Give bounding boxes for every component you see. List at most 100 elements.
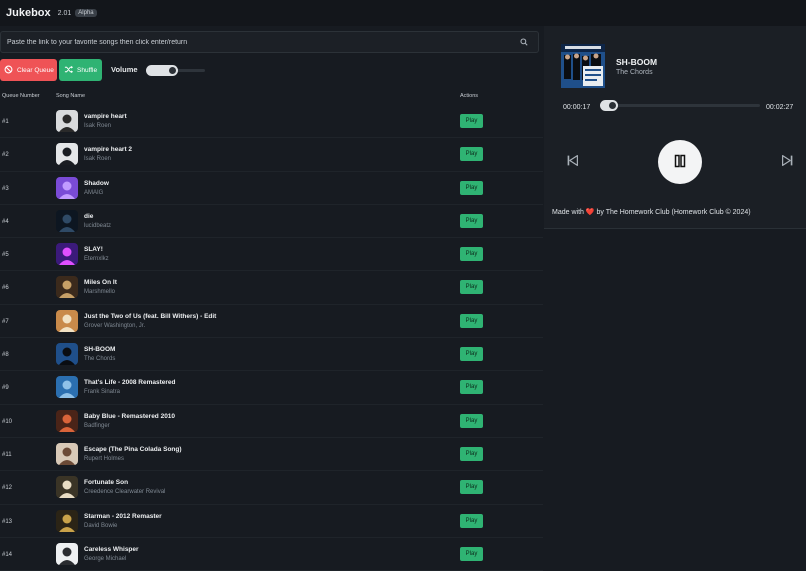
heart-icon: ❤️ bbox=[585, 209, 595, 216]
play-button[interactable]: Play bbox=[460, 213, 483, 228]
clear-queue-button[interactable]: Clear Queue bbox=[0, 59, 57, 81]
play-button[interactable]: Play bbox=[460, 513, 483, 528]
credit-text: by The Homework Club (Homework Club © 20… bbox=[596, 209, 751, 216]
header-queue-number: Queue Number bbox=[2, 93, 40, 99]
play-button[interactable]: Play bbox=[460, 480, 483, 495]
song-artist: David Bowie bbox=[84, 522, 118, 529]
top-bar: Jukebox 2.01 Alpha bbox=[0, 0, 806, 26]
album-art bbox=[56, 243, 78, 266]
song-artist: Grover Washington, Jr. bbox=[84, 322, 146, 329]
credit-prefix: Made with bbox=[552, 209, 584, 216]
song-artist: Eternxlkz bbox=[84, 256, 109, 263]
header-song-name: Song Name bbox=[56, 93, 86, 99]
album-art bbox=[56, 509, 78, 532]
queue-row: #6 Miles On It Marshmello Play bbox=[0, 271, 543, 305]
play-button[interactable]: Play bbox=[460, 347, 483, 362]
song-title: SLAY! bbox=[84, 246, 103, 254]
play-button[interactable]: Play bbox=[460, 413, 483, 428]
volume-knob[interactable] bbox=[168, 66, 177, 75]
queue-controls: Clear Queue Shuffle Volume bbox=[0, 59, 543, 81]
search-icon[interactable] bbox=[516, 34, 532, 50]
queue-number: #1 bbox=[2, 119, 9, 125]
play-button[interactable]: Play bbox=[460, 546, 483, 561]
queue-row: #4 die lucidbeatz Play bbox=[0, 205, 543, 239]
queue-number: #13 bbox=[2, 518, 13, 525]
album-art bbox=[56, 209, 78, 232]
alpha-badge: Alpha bbox=[75, 9, 97, 17]
previous-track-button[interactable] bbox=[565, 154, 579, 168]
progress-knob[interactable] bbox=[608, 101, 617, 110]
album-art bbox=[56, 110, 78, 132]
album-art bbox=[56, 143, 78, 166]
skip-forward-icon bbox=[781, 155, 794, 170]
queue-row: #14 Careless Whisper George Michael Play bbox=[0, 538, 543, 571]
shuffle-icon bbox=[64, 65, 74, 76]
shuffle-button[interactable]: Shuffle bbox=[59, 59, 102, 81]
song-artist: The Chords bbox=[84, 356, 116, 363]
playback-progress-slider[interactable] bbox=[600, 100, 760, 111]
song-title: Shadow bbox=[84, 179, 109, 187]
now-playing-album-art bbox=[561, 44, 605, 88]
shuffle-label: Shuffle bbox=[77, 66, 98, 74]
album-art bbox=[56, 309, 78, 332]
play-button[interactable]: Play bbox=[460, 446, 483, 461]
song-title: Escape (The Pina Colada Song) bbox=[84, 445, 182, 453]
play-button[interactable]: Play bbox=[460, 114, 483, 128]
search-bar bbox=[0, 31, 539, 53]
queue-row: #12 Fortunate Son Creedence Clearwater Rev… bbox=[0, 471, 543, 505]
queue-row: #1 vampire heart Isak Roen Play bbox=[0, 105, 543, 139]
queue-row: #8 SH-BOOM The Chords Play bbox=[0, 338, 543, 372]
queue-number: #7 bbox=[2, 318, 9, 325]
song-title: vampire heart 2 bbox=[84, 146, 133, 154]
queue-table-header: Queue Number Song Name Actions bbox=[0, 91, 543, 103]
queue-number: #9 bbox=[2, 385, 9, 392]
volume-slider[interactable] bbox=[146, 65, 205, 76]
queue-number: #5 bbox=[2, 252, 9, 259]
next-track-button[interactable] bbox=[780, 154, 794, 168]
queue-row: #7 Just the Two of Us (feat. Bill Withers… bbox=[0, 305, 543, 339]
ban-icon bbox=[4, 65, 13, 76]
album-art bbox=[56, 376, 78, 399]
song-title: Baby Blue - Remastered 2010 bbox=[84, 412, 176, 420]
clear-queue-label: Clear Queue bbox=[17, 66, 54, 74]
play-button[interactable]: Play bbox=[460, 147, 483, 162]
progress-rail bbox=[600, 104, 760, 107]
queue-number: #2 bbox=[2, 152, 9, 159]
app-title: Jukebox bbox=[6, 7, 51, 19]
made-with-credit: Made with ❤️ by The Homework Club (Homew… bbox=[552, 208, 751, 216]
play-button[interactable]: Play bbox=[460, 180, 483, 195]
total-time: 00:02:27 bbox=[766, 104, 794, 111]
play-button[interactable]: Play bbox=[460, 247, 483, 262]
play-button[interactable]: Play bbox=[460, 280, 483, 295]
queue-number: #10 bbox=[2, 418, 13, 425]
queue-row: #10 Baby Blue - Remastered 2010 Badfinger P… bbox=[0, 405, 543, 438]
header-actions: Actions bbox=[460, 93, 479, 99]
album-art bbox=[56, 542, 78, 565]
song-artist: Badfinger bbox=[84, 422, 110, 429]
album-art bbox=[56, 476, 78, 499]
song-title: Miles On It bbox=[84, 279, 117, 287]
player-panel: SH-BOOM The Chords 00:00:17 00:02:27 Mad… bbox=[544, 26, 806, 571]
queue-number: #11 bbox=[2, 451, 12, 458]
now-playing-title: SH-BOOM bbox=[616, 57, 658, 67]
song-title: die bbox=[84, 212, 94, 220]
queue-row: #9 That's Life - 2008 Remastered Frank Sin… bbox=[0, 371, 543, 405]
song-link-input[interactable] bbox=[7, 38, 516, 46]
song-title: That's Life - 2008 Remastered bbox=[84, 379, 176, 387]
skip-back-icon bbox=[566, 155, 579, 170]
queue-number: #8 bbox=[2, 352, 9, 359]
song-title: Starman - 2012 Remaster bbox=[84, 512, 162, 520]
song-artist: lucidbeatz bbox=[84, 222, 112, 229]
song-artist: Isak Roen bbox=[84, 123, 112, 129]
play-button[interactable]: Play bbox=[460, 313, 483, 328]
elapsed-time: 00:00:17 bbox=[563, 104, 591, 111]
song-artist: AMAIG bbox=[84, 189, 104, 196]
pause-button[interactable] bbox=[658, 140, 702, 184]
song-artist: Marshmello bbox=[84, 289, 116, 296]
song-title: Fortunate Son bbox=[84, 479, 129, 487]
album-art bbox=[56, 343, 78, 366]
album-art bbox=[56, 442, 78, 465]
play-button[interactable]: Play bbox=[460, 380, 483, 395]
queue-list: #1 vampire heart Isak Roen Play #2 vampire he… bbox=[0, 105, 543, 571]
song-title: vampire heart bbox=[84, 113, 127, 120]
